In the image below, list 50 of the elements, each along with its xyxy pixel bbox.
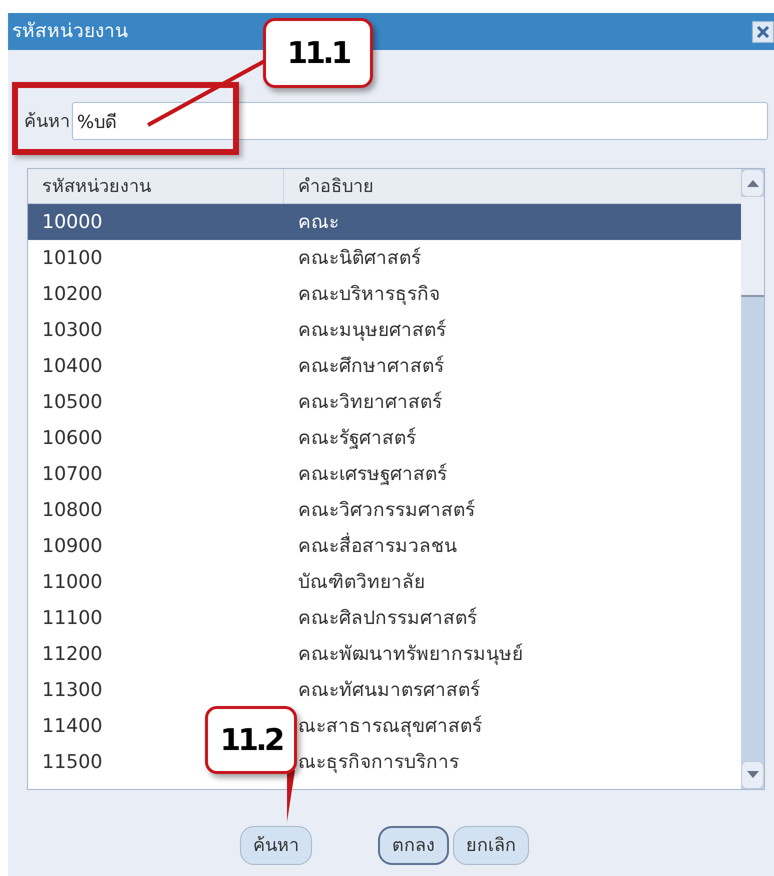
table-cell[interactable]: 11300 [42, 676, 102, 704]
table-cell[interactable]: 10100 [42, 244, 102, 272]
table-cell[interactable]: 11400 [42, 712, 102, 740]
dialog-button[interactable]: ตกลง [378, 826, 449, 865]
table-cell[interactable]: 10700 [42, 460, 102, 488]
table-cell[interactable]: 10500 [42, 388, 102, 416]
table-cell[interactable]: คณะสื่อสารมวลชน [298, 532, 457, 560]
table-cell[interactable]: 10000 [42, 208, 102, 236]
down-arrow-icon [746, 771, 758, 779]
table-cell[interactable]: คณะรัฐศาสตร์ [298, 424, 416, 452]
table-cell[interactable]: 11000 [42, 568, 102, 596]
up-arrow-icon [746, 179, 758, 187]
table-cell[interactable]: คณะพัฒนาทรัพยากรมนุษย์ [298, 640, 523, 668]
window-title: รหัสหน่วยงาน [12, 19, 128, 44]
table-cell[interactable]: ณะสาธารณสุขศาสตร์ [298, 712, 482, 740]
table-cell[interactable]: คณะนิติศาสตร์ [298, 244, 421, 272]
column-header[interactable]: รหัสหน่วยงาน [28, 169, 284, 203]
table-cell[interactable]: คณะ [298, 208, 339, 236]
table-cell[interactable]: 10600 [42, 424, 102, 452]
table-cell[interactable]: คณะบริหารธุรกิจ [298, 280, 440, 308]
close-button[interactable] [752, 20, 774, 42]
table-cell[interactable]: 11100 [42, 604, 102, 632]
callout-label: 11.1 [263, 18, 373, 88]
table-cell[interactable]: คณะเศรษฐศาสตร์ [298, 460, 447, 488]
table-cell[interactable]: 10200 [42, 280, 102, 308]
table-cell[interactable]: คณะวิศวกรรมศาสตร์ [298, 496, 475, 524]
table-cell[interactable]: บัณฑิตวิทยาลัย [298, 568, 425, 596]
scrollbar[interactable] [741, 169, 764, 789]
search-field[interactable]: %บดี [72, 102, 768, 140]
table-cell[interactable]: คณะศึกษาศาสตร์ [298, 352, 444, 380]
table-cell[interactable]: คณะศิลปกรรมศาสตร์ [298, 604, 477, 632]
table-cell[interactable]: 11500 [42, 748, 102, 776]
scroll-up-button[interactable] [741, 169, 764, 197]
table-cell[interactable]: ณะธุรกิจการบริการ [298, 748, 459, 776]
table-cell[interactable]: คณะทัศนมาตรศาสตร์ [298, 676, 480, 704]
search-label: ค้นหา [24, 110, 70, 134]
table-cell[interactable]: 10300 [42, 316, 102, 344]
table-cell[interactable]: 10900 [42, 532, 102, 560]
close-icon [756, 24, 770, 38]
column-header[interactable]: คำอธิบาย [284, 169, 388, 203]
dialog-button[interactable]: ยกเลิก [453, 826, 529, 865]
table-cell[interactable]: คณะวิทยาศาสตร์ [298, 388, 442, 416]
dialog-button[interactable]: ค้นหา [240, 826, 312, 865]
table-cell[interactable]: 10800 [42, 496, 102, 524]
table-cell[interactable]: 10400 [42, 352, 102, 380]
table-cell[interactable]: 11200 [42, 640, 102, 668]
callout-label: 11.2 [205, 706, 297, 774]
table-cell[interactable]: คณะมนุษยศาสตร์ [298, 316, 446, 344]
scroll-down-button[interactable] [741, 761, 764, 789]
scroll-thumb[interactable] [741, 197, 764, 297]
